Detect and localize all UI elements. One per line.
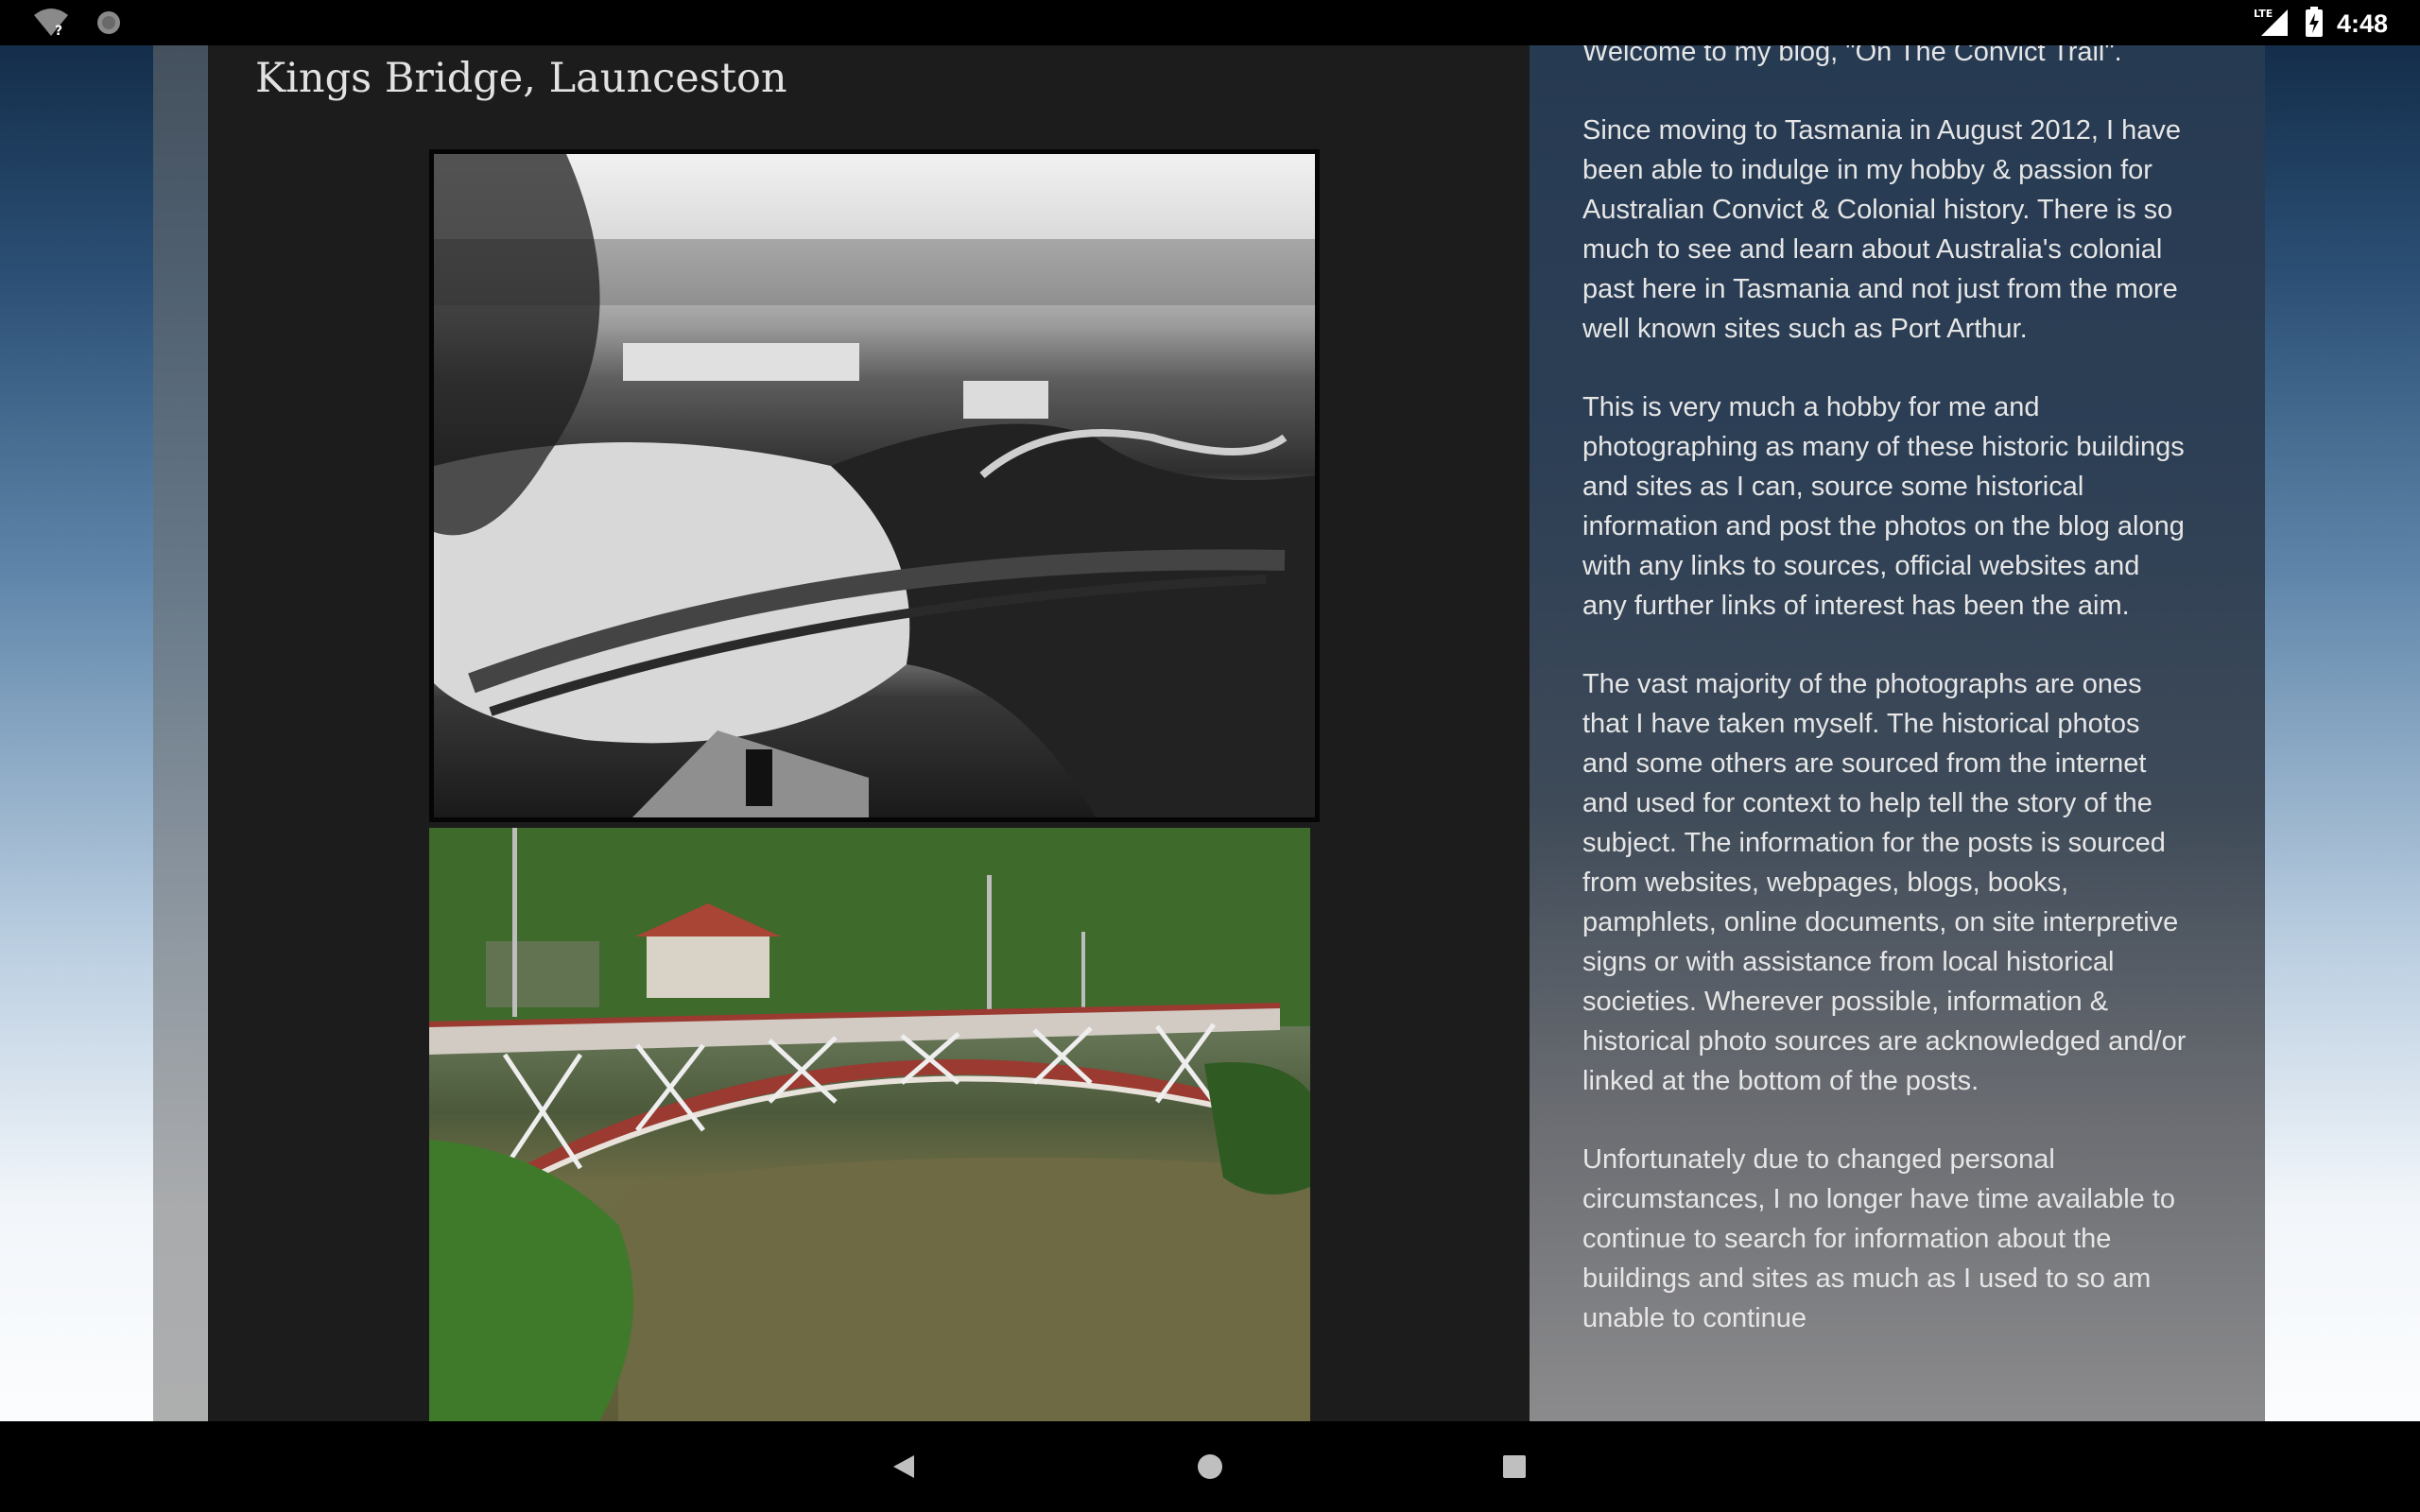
home-icon [1198,1454,1222,1479]
modern-photo-image [429,828,1310,1421]
historic-photo[interactable] [429,149,1320,822]
sidebar-paragraph: Unfortunately due to changed personal ci… [1582,1144,2176,1333]
recents-button[interactable] [1492,1444,1537,1489]
sidebar-paragraph: The vast majority of the photographs are… [1582,669,2187,1096]
svg-text:?: ? [55,24,62,38]
sync-icon [95,9,123,41]
status-bar-right: LTE 4:48 [2254,6,2388,42]
network-type-label: LTE [2254,8,2273,20]
back-button[interactable] [881,1444,926,1489]
modern-photo[interactable] [429,828,1310,1421]
recents-icon [1503,1455,1526,1478]
status-bar-left: ? [32,8,123,42]
post-column: Kings Bridge, Launceston [208,45,1530,1421]
signal-icon: LTE [2254,6,2291,42]
navigation-bar [0,1421,2420,1512]
sidebar-paragraph: This is very much a hobby for me and pho… [1582,392,2185,621]
sidebar-about-text: Welcome to my blog, "On The Convict Trai… [1582,45,2187,1377]
sidebar-paragraph: Welcome to my blog, "On The Convict Trai… [1582,45,2122,67]
sidebar-paragraph: Since moving to Tasmania in August 2012,… [1582,115,2182,344]
battery-charging-icon [2305,7,2324,41]
historic-photo-image [434,154,1315,817]
back-icon [893,1455,914,1478]
post-title[interactable]: Kings Bridge, Launceston [255,55,787,102]
home-button[interactable] [1187,1444,1233,1489]
status-bar: ? LTE 4:48 [0,0,2420,45]
sidebar: Welcome to my blog, "On The Convict Trai… [1530,45,2265,1421]
wifi-question-icon: ? [32,8,70,42]
status-time: 4:48 [2336,9,2388,38]
